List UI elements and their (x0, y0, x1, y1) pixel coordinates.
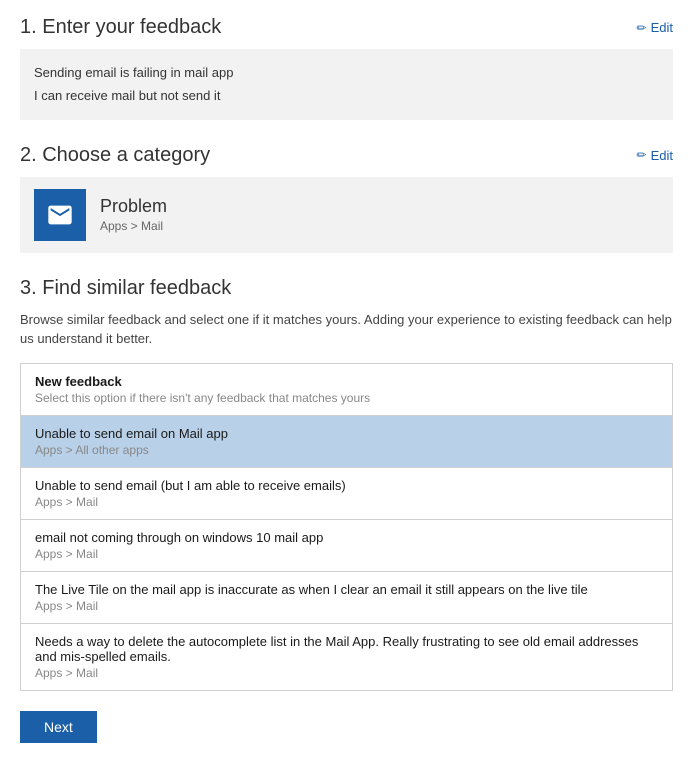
feedback-item-title: Needs a way to delete the autocomplete l… (35, 634, 658, 664)
feedback-item[interactable]: Needs a way to delete the autocomplete l… (21, 624, 672, 690)
category-box: Problem Apps > Mail (20, 177, 673, 253)
feedback-item[interactable]: New feedback Select this option if there … (21, 364, 672, 416)
section1-edit-label: Edit (651, 20, 673, 35)
feedback-item-subtitle: Select this option if there isn't any fe… (35, 391, 658, 405)
section2-header: 2. Choose a category ✏ Edit (20, 144, 673, 167)
feedback-item-subtitle: Apps > Mail (35, 547, 658, 561)
feedback-line-1: Sending email is failing in mail app (34, 61, 659, 84)
feedback-item-subtitle: Apps > Mail (35, 666, 658, 680)
edit-pencil-icon-2: ✏ (637, 148, 647, 162)
feedback-item[interactable]: Unable to send email (but I am able to r… (21, 468, 672, 520)
section1-header: 1. Enter your feedback ✏ Edit (20, 16, 673, 39)
feedback-item[interactable]: Unable to send email on Mail app Apps > A… (21, 416, 672, 468)
category-icon-box (34, 189, 86, 241)
section1-edit-link[interactable]: ✏ Edit (637, 20, 673, 35)
feedback-item-title: New feedback (35, 374, 658, 389)
feedback-line-2: I can receive mail but not send it (34, 84, 659, 107)
feedback-item-title: Unable to send email on Mail app (35, 426, 658, 441)
feedback-list-wrapper: New feedback Select this option if there … (20, 363, 673, 691)
category-name: Problem (100, 196, 167, 217)
section2-edit-label: Edit (651, 148, 673, 163)
next-button[interactable]: Next (20, 711, 97, 743)
feedback-item-title: The Live Tile on the mail app is inaccur… (35, 582, 658, 597)
section2-edit-link[interactable]: ✏ Edit (637, 148, 673, 163)
edit-pencil-icon: ✏ (637, 21, 647, 35)
mail-icon (46, 201, 74, 229)
feedback-item-subtitle: Apps > Mail (35, 599, 658, 613)
section3-title: 3. Find similar feedback (20, 277, 673, 300)
section2-title: 2. Choose a category (20, 144, 210, 167)
feedback-item[interactable]: email not coming through on windows 10 m… (21, 520, 672, 572)
category-info: Problem Apps > Mail (100, 196, 167, 233)
feedback-item-subtitle: Apps > All other apps (35, 443, 658, 457)
section1-title: 1. Enter your feedback (20, 16, 221, 39)
feedback-item-title: email not coming through on windows 10 m… (35, 530, 658, 545)
feedback-item[interactable]: The Live Tile on the mail app is inaccur… (21, 572, 672, 624)
feedback-item-title: Unable to send email (but I am able to r… (35, 478, 658, 493)
browse-text: Browse similar feedback and select one i… (20, 310, 673, 349)
feedback-list: New feedback Select this option if there … (20, 363, 673, 691)
section1-feedback-box: Sending email is failing in mail app I c… (20, 49, 673, 120)
feedback-item-subtitle: Apps > Mail (35, 495, 658, 509)
category-path: Apps > Mail (100, 219, 167, 233)
